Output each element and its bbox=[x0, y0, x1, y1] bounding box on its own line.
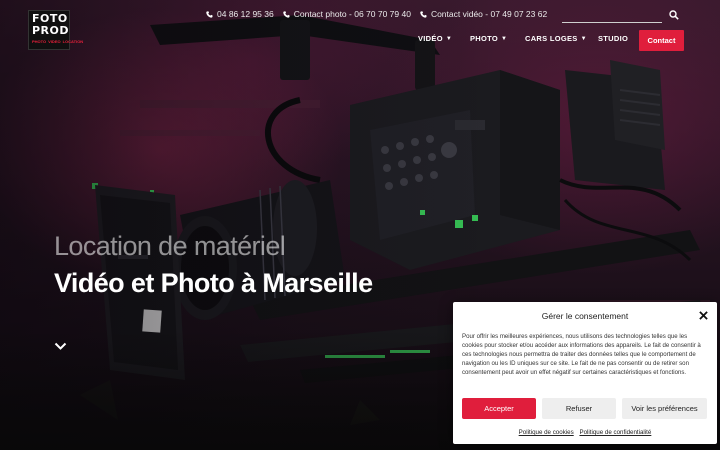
caret-down-icon: ▼ bbox=[501, 35, 508, 42]
cookie-dialog-text: Pour offrir les meilleures expériences, … bbox=[462, 333, 701, 377]
nav-item-photo-label: PHOTO bbox=[470, 34, 499, 43]
cookie-dialog-buttons: Accepter Refuser Voir les préférences bbox=[462, 398, 707, 419]
nav-item-cars-loges[interactable]: CARS LOGES ▼ bbox=[525, 34, 598, 43]
contact-phone-main-label: 04 86 12 95 36 bbox=[217, 9, 274, 19]
cookie-dialog-title: Gérer le consentement bbox=[541, 311, 629, 321]
caret-down-icon: ▼ bbox=[445, 35, 453, 42]
phone-icon bbox=[283, 10, 290, 18]
preferences-button[interactable]: Voir les préférences bbox=[622, 398, 707, 419]
search-icon[interactable] bbox=[669, 10, 679, 20]
logo-line-2: PROD bbox=[32, 24, 70, 37]
logo-tagline: PHOTO VIDEO LOCATION bbox=[32, 39, 83, 44]
privacy-policy-link[interactable]: Politique de confidentialité bbox=[579, 429, 651, 436]
caret-down-icon: ▼ bbox=[580, 35, 587, 42]
chevron-down-icon[interactable] bbox=[54, 342, 67, 351]
nav-item-video-label: VIDÉO bbox=[418, 34, 443, 43]
nav-item-studio[interactable]: STUDIO bbox=[598, 34, 638, 43]
phone-icon bbox=[206, 10, 213, 18]
logo-tag-3: LOCATION bbox=[62, 39, 84, 44]
nav-item-video[interactable]: VIDÉO ▼ bbox=[418, 34, 470, 43]
cookie-policy-links: Politique de cookies Politique de confid… bbox=[453, 429, 717, 436]
accept-button[interactable]: Accepter bbox=[462, 398, 536, 419]
phone-icon bbox=[420, 10, 427, 18]
search-input[interactable] bbox=[562, 9, 662, 23]
nav-item-studio-label: STUDIO bbox=[598, 34, 629, 43]
refuse-button[interactable]: Refuser bbox=[542, 398, 616, 419]
contact-phone-photo-label: Contact photo - 06 70 70 79 40 bbox=[293, 9, 411, 19]
contact-phone-video-label: Contact vidéo - 07 49 07 23 62 bbox=[430, 9, 548, 19]
contact-phone-photo[interactable]: Contact photo - 06 70 70 79 40 bbox=[283, 9, 411, 19]
site-logo[interactable]: FOTO PROD PHOTO VIDEO LOCATION bbox=[28, 10, 83, 50]
hero-title: Vidéo et Photo à Marseille bbox=[54, 268, 373, 298]
logo-tag-2: VIDEO bbox=[48, 39, 61, 44]
contact-button[interactable]: Contact bbox=[639, 30, 684, 51]
nav-item-photo[interactable]: PHOTO ▼ bbox=[470, 34, 525, 43]
contact-phone-video[interactable]: Contact vidéo - 07 49 07 23 62 bbox=[420, 9, 547, 19]
cookie-consent-dialog: Gérer le consentement Pour offrir les me… bbox=[453, 302, 717, 444]
logo-tag-1: PHOTO bbox=[32, 39, 47, 44]
main-nav: VIDÉO ▼ PHOTO ▼ CARS LOGES ▼ STUDIO bbox=[418, 34, 638, 43]
contact-bar: 04 86 12 95 36 Contact photo - 06 70 70 … bbox=[206, 9, 547, 19]
nav-item-cars-loges-label: CARS LOGES bbox=[525, 34, 578, 43]
hero-subtitle: Location de matériel bbox=[54, 231, 286, 261]
contact-phone-main[interactable]: 04 86 12 95 36 bbox=[206, 9, 274, 19]
close-icon[interactable] bbox=[699, 311, 708, 320]
cookie-policy-link[interactable]: Politique de cookies bbox=[519, 429, 574, 436]
